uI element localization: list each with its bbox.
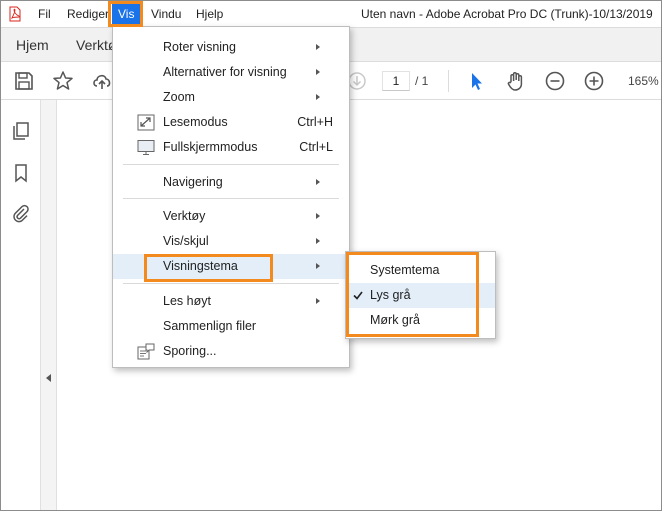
menu-item-shortcut: Ctrl+L (299, 140, 333, 154)
submenu-arrow-icon (316, 94, 320, 100)
pages-thumbnail-icon[interactable] (11, 121, 31, 141)
window-title: Uten navn - Adobe Acrobat Pro DC (Trunk)… (361, 7, 653, 21)
page-total: / 1 (415, 74, 429, 88)
tracking-icon (137, 343, 155, 360)
menu-item-label: Roter visning (163, 40, 236, 54)
tab-home[interactable]: Hjem (16, 28, 49, 63)
submenu-arrow-icon (316, 69, 320, 75)
hand-tool-icon[interactable] (504, 69, 528, 93)
acrobat-window: Fil Rediger Vis Vindu Hjelp Uten navn - … (0, 0, 662, 511)
menu-item-view-options[interactable]: Alternativer for visning (113, 60, 349, 85)
menu-item-label: Alternativer for visning (163, 65, 287, 79)
zoom-level[interactable]: 165% (628, 71, 659, 91)
page-number-input[interactable]: 1 (382, 71, 410, 91)
submenu-arrow-icon (316, 213, 320, 219)
menu-item-label: Verktøy (163, 209, 206, 223)
menu-item-zoom[interactable]: Zoom (113, 85, 349, 110)
menu-item-label: Lesemodus (163, 115, 228, 129)
attachment-icon[interactable] (11, 204, 31, 224)
annotation-highlight-vis (108, 1, 143, 27)
menu-window[interactable]: Vindu (151, 1, 181, 27)
annotation-highlight-display-theme (144, 254, 273, 282)
menu-item-rotate-view[interactable]: Roter visning (113, 35, 349, 60)
menu-item-navigation[interactable]: Navigering (113, 170, 349, 195)
star-icon[interactable] (51, 69, 75, 93)
select-cursor-icon[interactable] (464, 69, 488, 93)
bookmark-icon[interactable] (11, 163, 31, 183)
submenu-arrow-icon (316, 44, 320, 50)
annotation-highlight-theme-submenu (346, 252, 479, 337)
zoom-out-icon[interactable] (543, 69, 567, 93)
submenu-arrow-icon (316, 263, 320, 269)
menu-edit[interactable]: Rediger (67, 1, 109, 27)
cloud-upload-icon[interactable] (90, 69, 114, 93)
view-menu-dropdown: Roter visning Alternativer for visning Z… (112, 26, 350, 368)
menu-item-show-hide[interactable]: Vis/skjul (113, 229, 349, 254)
menu-divider (123, 164, 339, 165)
tab-tools[interactable]: Verktø (76, 28, 116, 63)
menu-item-tools[interactable]: Verktøy (113, 204, 349, 229)
menu-item-label: Sporing... (163, 344, 217, 358)
menu-item-compare-files[interactable]: Sammenlign filer (113, 314, 349, 339)
menu-bar: Fil Rediger Vis Vindu Hjelp Uten navn - … (1, 1, 661, 27)
save-icon[interactable] (12, 69, 36, 93)
menu-divider (123, 198, 339, 199)
menu-item-reading-mode[interactable]: Lesemodus Ctrl+H (113, 110, 349, 135)
toolbar-divider (448, 70, 449, 92)
menu-item-full-screen[interactable]: Fullskjermmodus Ctrl+L (113, 135, 349, 160)
panel-collapse-strip[interactable] (41, 100, 57, 510)
reading-mode-icon (137, 114, 155, 131)
menu-item-label: Fullskjermmodus (163, 140, 258, 154)
submenu-arrow-icon (316, 179, 320, 185)
menu-item-shortcut: Ctrl+H (297, 115, 333, 129)
acrobat-logo-icon (9, 6, 21, 22)
menu-divider (123, 283, 339, 284)
full-screen-icon (137, 140, 155, 155)
menu-item-read-aloud[interactable]: Les høyt (113, 289, 349, 314)
menu-item-label: Vis/skjul (163, 234, 209, 248)
left-navigation-rail (1, 100, 41, 510)
menu-item-label: Navigering (163, 175, 223, 189)
menu-item-label: Zoom (163, 90, 195, 104)
zoom-in-icon[interactable] (582, 69, 606, 93)
menu-help[interactable]: Hjelp (196, 1, 223, 27)
menu-item-tracking[interactable]: Sporing... (113, 339, 349, 364)
submenu-arrow-icon (316, 298, 320, 304)
menu-item-label: Les høyt (163, 294, 211, 308)
collapse-arrow-icon[interactable] (46, 374, 51, 382)
menu-file[interactable]: Fil (38, 1, 51, 27)
menu-item-label: Sammenlign filer (163, 319, 257, 333)
submenu-arrow-icon (316, 238, 320, 244)
